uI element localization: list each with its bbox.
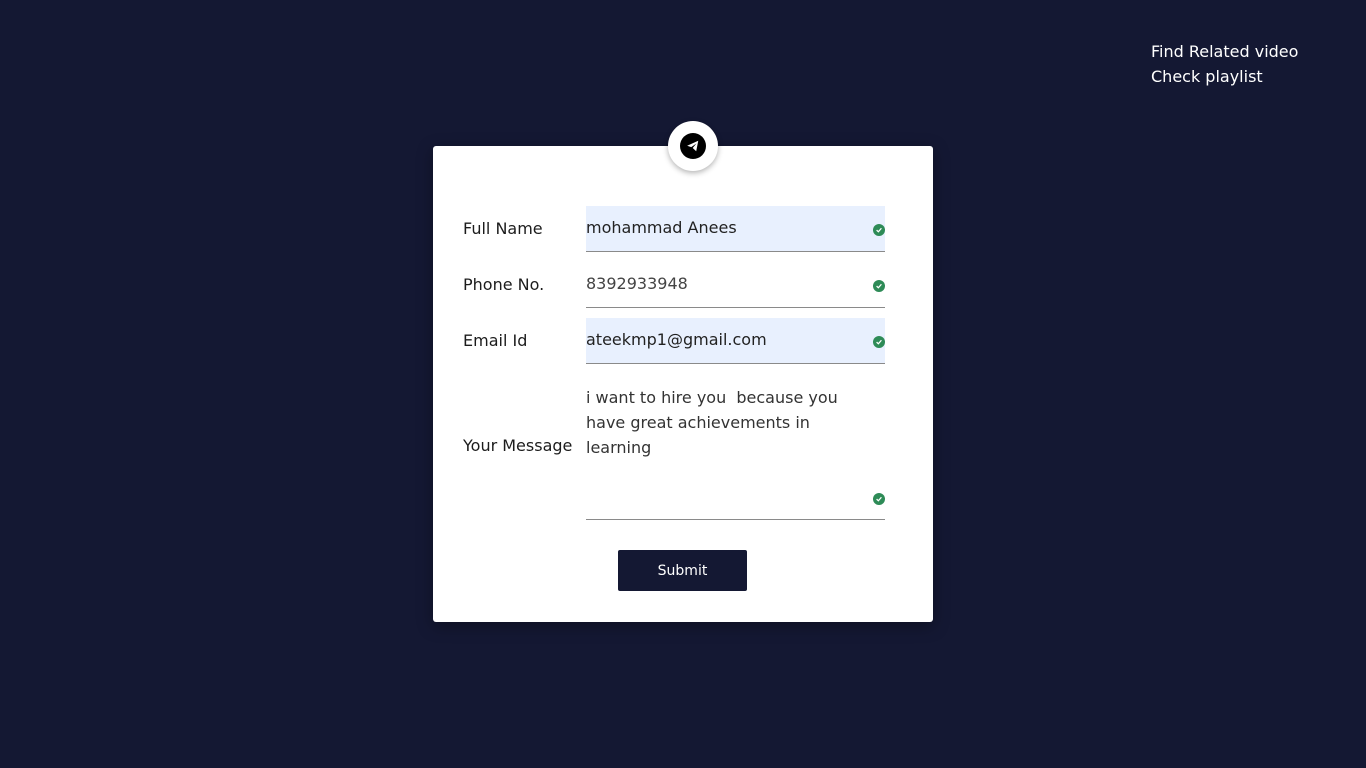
- phone-label: Phone No.: [463, 275, 545, 294]
- email-row: Email Id: [463, 318, 885, 364]
- find-related-video-link[interactable]: Find Related video: [1151, 39, 1298, 64]
- phone-input[interactable]: [586, 262, 866, 306]
- phone-row: Phone No.: [463, 262, 885, 308]
- contact-form-card: Full Name Phone No. Email Id Your Mess: [433, 121, 933, 622]
- valid-check-icon: [873, 280, 885, 292]
- valid-check-icon: [873, 224, 885, 236]
- full-name-row: Full Name: [463, 206, 885, 252]
- email-input[interactable]: [586, 318, 866, 362]
- full-name-input[interactable]: [586, 206, 866, 250]
- valid-check-icon: [873, 336, 885, 348]
- message-field: i want to hire you because you have grea…: [586, 382, 885, 520]
- submit-button[interactable]: Submit: [618, 550, 747, 591]
- full-name-field: [586, 206, 885, 252]
- email-field: [586, 318, 885, 364]
- message-label: Your Message: [463, 436, 573, 455]
- top-links: Find Related video Check playlist: [1151, 39, 1298, 89]
- valid-check-icon: [873, 493, 885, 505]
- telegram-send-icon: [680, 133, 706, 159]
- full-name-label: Full Name: [463, 219, 543, 238]
- check-playlist-link[interactable]: Check playlist: [1151, 64, 1298, 89]
- message-textarea[interactable]: i want to hire you because you have grea…: [586, 382, 866, 511]
- message-row: Your Message i want to hire you because …: [463, 382, 885, 520]
- email-label: Email Id: [463, 331, 528, 350]
- form-badge: [668, 121, 718, 171]
- phone-field: [586, 262, 885, 308]
